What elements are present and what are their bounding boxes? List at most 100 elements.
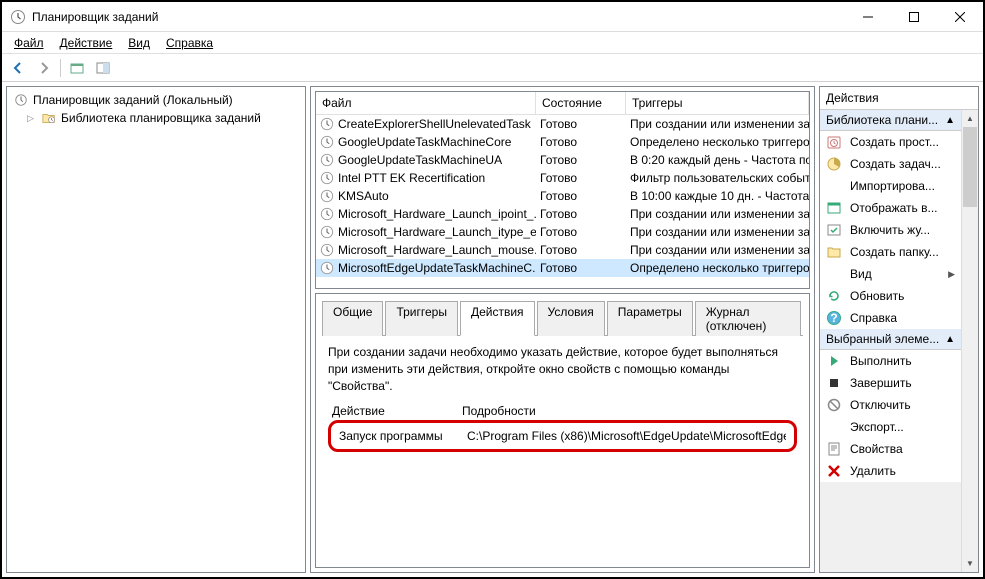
- minimize-button[interactable]: [845, 2, 891, 32]
- action-label: Экспорт...: [850, 420, 904, 434]
- tab-triggers[interactable]: Триггеры: [385, 301, 458, 336]
- delete-icon: [826, 463, 842, 479]
- task-trigger: В 10:00 каждые 10 дн. - Частота по: [626, 189, 809, 203]
- action-group-1[interactable]: Библиотека плани... ▲: [820, 110, 961, 131]
- task-state: Готово: [536, 171, 626, 185]
- highlighted-action-row[interactable]: Запуск программы C:\Program Files (x86)\…: [328, 420, 797, 452]
- info-text: При создании задачи необходимо указать д…: [328, 344, 797, 394]
- expand-icon[interactable]: ▷: [27, 113, 37, 124]
- details-panel: Общие Триггеры Действия Условия Параметр…: [315, 293, 810, 568]
- action-col-details: Подробности: [462, 404, 793, 418]
- help-icon: ?: [826, 310, 842, 326]
- action-group-2[interactable]: Выбранный элеме... ▲: [820, 329, 961, 350]
- task-row[interactable]: GoogleUpdateTaskMachineCore ГотовоОпредел…: [316, 133, 809, 151]
- tree-root[interactable]: Планировщик заданий (Локальный): [11, 91, 301, 109]
- task-row[interactable]: CreateExplorerShellUnelevatedTaskГотовоП…: [316, 115, 809, 133]
- close-button[interactable]: [937, 2, 983, 32]
- clock-icon: [826, 134, 842, 150]
- task-name: CreateExplorerShellUnelevatedTask: [338, 117, 531, 131]
- action-item[interactable]: Свойства: [820, 438, 961, 460]
- tree-root-label: Планировщик заданий (Локальный): [33, 93, 233, 107]
- menu-view[interactable]: Вид: [120, 34, 158, 52]
- tree-child-label: Библиотека планировщика заданий: [61, 111, 261, 125]
- task-row[interactable]: Microsoft_Hardware_Launch_ipoint_...Гото…: [316, 205, 809, 223]
- task-row[interactable]: Microsoft_Hardware_Launch_mouse...Готово…: [316, 241, 809, 259]
- action-item[interactable]: Импортирова...: [820, 175, 961, 197]
- task-name: Intel PTT EK Recertification: [338, 171, 485, 185]
- back-button[interactable]: [6, 57, 30, 79]
- pie-icon: [826, 156, 842, 172]
- task-state: Готово: [536, 207, 626, 221]
- task-row[interactable]: KMSAutoГотовоВ 10:00 каждые 10 дн. - Час…: [316, 187, 809, 205]
- menu-file[interactable]: Файл: [6, 34, 52, 52]
- action-item[interactable]: Отключить: [820, 394, 961, 416]
- disable-icon: [826, 397, 842, 413]
- task-row[interactable]: GoogleUpdateTaskMachineUAГотовоВ 0:20 ка…: [316, 151, 809, 169]
- task-trigger: Определено несколько триггеров: [626, 135, 809, 149]
- action-label: Выполнить: [850, 354, 912, 368]
- action-item[interactable]: Обновить: [820, 285, 961, 307]
- action-label: Создать папку...: [850, 245, 939, 259]
- task-trigger: При создании или изменении зад: [626, 243, 809, 257]
- refresh-icon: [826, 288, 842, 304]
- action-item[interactable]: ? Справка: [820, 307, 961, 329]
- task-list: Файл Состояние Триггеры CreateExplorerSh…: [315, 91, 810, 289]
- task-row[interactable]: MicrosoftEdgeUpdateTaskMachineC...Готово…: [316, 259, 809, 277]
- folder-icon: [826, 244, 842, 260]
- action-item[interactable]: Выполнить: [820, 350, 961, 372]
- action-item[interactable]: Создать задач...: [820, 153, 961, 175]
- svg-text:?: ?: [830, 311, 837, 325]
- action-item[interactable]: Вид▶: [820, 263, 961, 285]
- task-state: Готово: [536, 261, 626, 275]
- tab-journal[interactable]: Журнал (отключен): [695, 301, 801, 336]
- task-state: Готово: [536, 243, 626, 257]
- maximize-button[interactable]: [891, 2, 937, 32]
- tab-actions[interactable]: Действия: [460, 301, 535, 336]
- scrollbar[interactable]: ▲ ▼: [961, 110, 978, 572]
- task-row[interactable]: Intel PTT EK RecertificationГотовоФильтр…: [316, 169, 809, 187]
- col-triggers[interactable]: Триггеры: [626, 92, 809, 114]
- task-name: Microsoft_Hardware_Launch_itype_exe: [338, 225, 536, 239]
- actions-panel: Действия Библиотека плани... ▲ Создать п…: [819, 86, 979, 573]
- toolbar-icon-2[interactable]: [91, 57, 115, 79]
- task-name: Microsoft_Hardware_Launch_mouse...: [338, 243, 536, 257]
- actions-title: Действия: [820, 87, 978, 110]
- action-label: Свойства: [850, 442, 903, 456]
- tree-child[interactable]: ▷ Библиотека планировщика заданий: [11, 109, 301, 127]
- folder-clock-icon: [41, 111, 57, 125]
- action-item[interactable]: Создать прост...: [820, 131, 961, 153]
- task-name: MicrosoftEdgeUpdateTaskMachineC...: [338, 261, 536, 275]
- chevron-up-icon: ▲: [945, 334, 955, 345]
- app-icon: [10, 9, 26, 25]
- action-item[interactable]: Создать папку...: [820, 241, 961, 263]
- action-label: Создать задач...: [850, 157, 941, 171]
- action-item[interactable]: Экспорт...: [820, 416, 961, 438]
- task-state: Готово: [536, 135, 626, 149]
- action-item[interactable]: Удалить: [820, 460, 961, 482]
- action-item[interactable]: Включить жу...: [820, 219, 961, 241]
- action-label: Справка: [850, 311, 897, 325]
- task-name: GoogleUpdateTaskMachineCore: [338, 135, 511, 149]
- scroll-down-button[interactable]: ▼: [962, 555, 978, 572]
- forward-button[interactable]: [32, 57, 56, 79]
- toolbar-icon-1[interactable]: [65, 57, 89, 79]
- menu-action[interactable]: Действие: [52, 34, 121, 52]
- col-file[interactable]: Файл: [316, 92, 536, 114]
- action-item[interactable]: Завершить: [820, 372, 961, 394]
- scroll-thumb[interactable]: [963, 127, 977, 207]
- task-row[interactable]: Microsoft_Hardware_Launch_itype_exeГотов…: [316, 223, 809, 241]
- scroll-up-button[interactable]: ▲: [962, 110, 978, 127]
- action-item[interactable]: Отображать в...: [820, 197, 961, 219]
- action-col-action: Действие: [332, 404, 462, 418]
- tab-conditions[interactable]: Условия: [537, 301, 605, 336]
- action-type: Запуск программы: [339, 429, 467, 443]
- menu-help[interactable]: Справка: [158, 34, 221, 52]
- task-state: Готово: [536, 189, 626, 203]
- tab-general[interactable]: Общие: [322, 301, 383, 336]
- task-name: GoogleUpdateTaskMachineUA: [338, 153, 502, 167]
- action-label: Удалить: [850, 464, 896, 478]
- action-label: Создать прост...: [850, 135, 939, 149]
- task-name: Microsoft_Hardware_Launch_ipoint_...: [338, 207, 536, 221]
- col-state[interactable]: Состояние: [536, 92, 626, 114]
- tab-params[interactable]: Параметры: [607, 301, 693, 336]
